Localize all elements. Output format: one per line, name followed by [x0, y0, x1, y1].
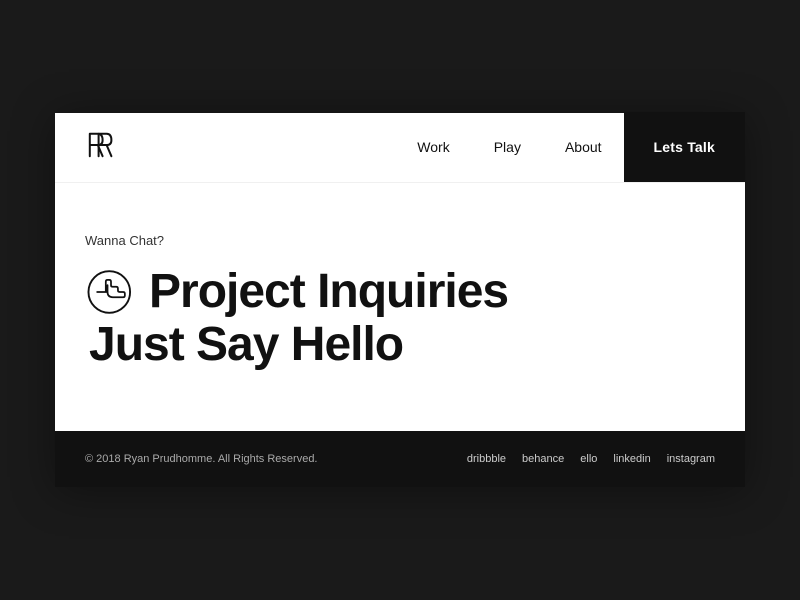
headline-line2: Just Say Hello: [85, 318, 403, 371]
main-content: Wanna Chat? Project Inquiries: [55, 183, 745, 432]
headline-row: Project Inquiries: [85, 266, 715, 319]
nav-work[interactable]: Work: [395, 112, 471, 182]
pointing-finger-icon: [85, 266, 137, 318]
navbar: Work Play About Lets Talk: [55, 113, 745, 183]
nav-about[interactable]: About: [543, 112, 624, 182]
footer-copyright: © 2018 Ryan Prudhomme. All Rights Reserv…: [85, 453, 318, 465]
headline-line1: Project Inquiries: [149, 266, 508, 319]
lets-talk-button[interactable]: Lets Talk: [624, 112, 745, 182]
footer-links: dribbble behance ello linkedin instagram: [467, 453, 715, 465]
card-wrapper: Work Play About Lets Talk Wanna Chat?: [55, 113, 745, 488]
nav-play[interactable]: Play: [472, 112, 543, 182]
footer-dribbble[interactable]: dribbble: [467, 453, 506, 465]
logo[interactable]: [85, 129, 117, 165]
side-black-left: [0, 0, 55, 600]
footer-instagram[interactable]: instagram: [667, 453, 715, 465]
browser-card: Work Play About Lets Talk Wanna Chat?: [55, 113, 745, 488]
headline-line2-wrapper: Just Say Hello: [85, 319, 715, 372]
side-black-right: [745, 0, 800, 600]
subheading: Wanna Chat?: [85, 233, 715, 248]
footer-ello[interactable]: ello: [580, 453, 597, 465]
outer-wrapper: Work Play About Lets Talk Wanna Chat?: [0, 0, 800, 600]
nav-links: Work Play About Lets Talk: [395, 112, 745, 182]
footer-linkedin[interactable]: linkedin: [613, 453, 650, 465]
footer: © 2018 Ryan Prudhomme. All Rights Reserv…: [55, 431, 745, 487]
footer-behance[interactable]: behance: [522, 453, 564, 465]
